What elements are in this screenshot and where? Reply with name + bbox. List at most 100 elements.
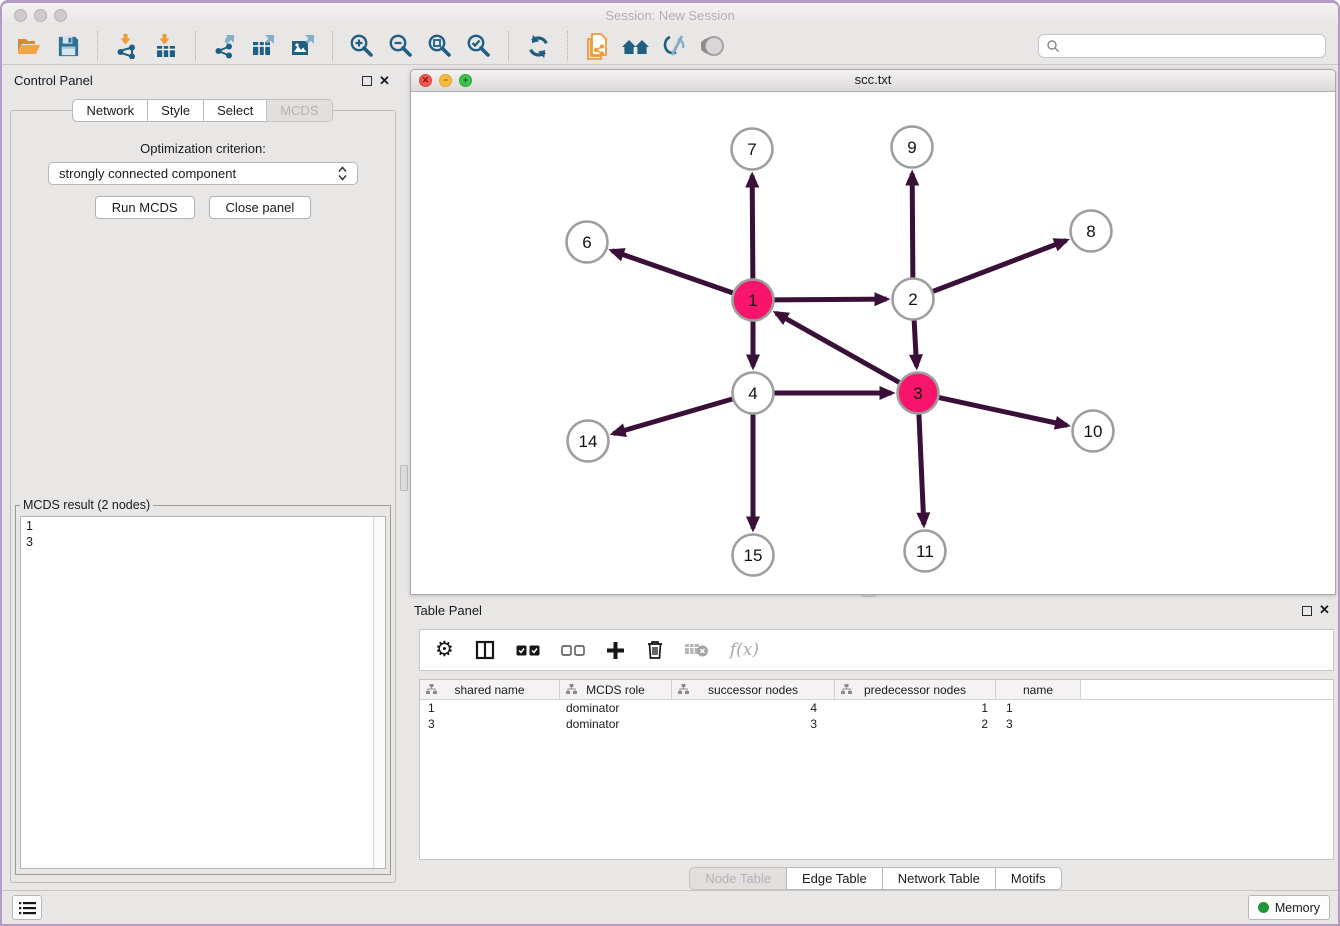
table-cell[interactable]: 1 [420,701,560,715]
tab-node-table[interactable]: Node Table [689,867,787,890]
column-type-icon [841,684,852,695]
fit-content-icon[interactable] [425,31,455,61]
control-panel-title: Control Panel [14,73,93,88]
select-all-columns-icon[interactable] [516,637,540,663]
table-mode-gear-icon[interactable]: ⚙ [435,637,454,663]
vertical-splitter-handle[interactable] [400,465,408,491]
graph-edge-1-6[interactable] [612,251,733,293]
control-panel-float-icon[interactable] [362,76,372,86]
column-header-shared-name[interactable]: shared name [420,680,560,699]
node-label: 6 [582,233,591,252]
table-panel-close-icon[interactable]: ✕ [1319,604,1330,616]
network-canvas[interactable]: 1 2 3 4 6 7 8 9 10 11 14 15 [411,91,1335,594]
graph-node-8[interactable]: 8 [1071,211,1112,252]
table-cell[interactable]: 1 [835,701,996,715]
graph-node-9[interactable]: 9 [892,127,933,168]
tab-network[interactable]: Network [72,99,148,122]
tab-select[interactable]: Select [203,99,267,122]
column-type-icon [426,684,437,695]
toggle-graphics-details-icon[interactable] [660,31,690,61]
column-visibility-icon[interactable] [475,637,495,663]
graph-node-10[interactable]: 10 [1073,411,1114,452]
graph-edge-3-11[interactable] [919,414,924,524]
graph-node-3[interactable]: 3 [898,373,939,414]
export-network-icon[interactable] [210,31,240,61]
table-cell[interactable]: 3 [996,717,1081,731]
graph-node-15[interactable]: 15 [733,535,774,576]
show-hide-details-icon[interactable] [699,31,729,61]
column-header-MCDS-role[interactable]: MCDS role [560,680,672,699]
save-session-icon[interactable] [53,31,83,61]
column-label: predecessor nodes [864,683,966,697]
node-label: 7 [747,140,756,159]
table-cell[interactable]: 2 [835,717,996,731]
graph-edge-3-1[interactable] [776,313,899,382]
search-input[interactable] [1060,38,1318,54]
memory-status-icon [1258,902,1269,913]
memory-label: Memory [1275,901,1320,915]
memory-button[interactable]: Memory [1248,895,1330,920]
open-file-icon[interactable] [14,31,44,61]
import-network-icon[interactable] [112,31,142,61]
toolbar-separator [195,31,196,61]
graph-edge-2-3[interactable] [914,320,916,366]
task-history-button[interactable] [12,895,42,920]
graph-edge-4-14[interactable] [613,399,732,434]
close-panel-button[interactable]: Close panel [209,196,312,219]
tab-edge-table[interactable]: Edge Table [786,867,883,890]
tab-motifs[interactable]: Motifs [995,867,1062,890]
column-header-successor-nodes[interactable]: successor nodes [672,680,835,699]
column-header-name[interactable]: name [996,680,1081,699]
run-mcds-button[interactable]: Run MCDS [95,196,195,219]
tab-network-table[interactable]: Network Table [882,867,996,890]
network-from-selection-icon[interactable] [582,31,612,61]
graph-edge-2-9[interactable] [912,173,913,277]
zoom-in-icon[interactable] [347,31,377,61]
graph-node-2[interactable]: 2 [893,279,934,320]
graph-node-1[interactable]: 1 [733,280,774,321]
import-table-icon[interactable] [151,31,181,61]
toolbar-separator [332,31,333,61]
refresh-layout-icon[interactable] [523,31,553,61]
graph-node-11[interactable]: 11 [905,531,946,572]
search-box[interactable] [1038,34,1326,58]
table-cell[interactable]: dominator [560,701,672,715]
table-cell[interactable]: 3 [672,717,835,731]
graph-node-14[interactable]: 14 [568,421,609,462]
table-row[interactable]: 1dominator411 [420,700,1333,716]
graph-edge-3-10[interactable] [939,398,1067,426]
criterion-dropdown[interactable]: strongly connected component [48,162,358,185]
control-panel-close-icon[interactable]: ✕ [379,75,390,87]
add-column-icon[interactable] [606,637,625,663]
tab-style[interactable]: Style [147,99,204,122]
main-toolbar [2,28,1338,65]
table-cell[interactable]: dominator [560,717,672,731]
graph-edge-1-7[interactable] [752,175,753,278]
tab-mcds[interactable]: MCDS [266,99,332,122]
export-table-icon[interactable] [249,31,279,61]
criterion-value: strongly connected component [59,166,338,181]
table-cell[interactable]: 3 [420,717,560,731]
column-header-filler [1081,680,1333,699]
delete-column-icon[interactable] [646,637,664,663]
toolbar-separator [508,31,509,61]
graph-edge-1-2[interactable] [774,299,886,300]
table-row[interactable]: 3dominator323 [420,716,1333,732]
zoom-out-icon[interactable] [386,31,416,61]
export-image-icon[interactable] [288,31,318,61]
first-neighbors-icon[interactable] [621,31,651,61]
zoom-selected-icon[interactable] [464,31,494,61]
graph-node-6[interactable]: 6 [567,222,608,263]
column-header-predecessor-nodes[interactable]: predecessor nodes [835,680,996,699]
graph-node-4[interactable]: 4 [733,373,774,414]
graph-node-7[interactable]: 7 [732,129,773,170]
node-label: 3 [913,384,922,403]
result-scrollbar[interactable] [373,517,385,868]
table-cell[interactable]: 1 [996,701,1081,715]
table-cell[interactable]: 4 [672,701,835,715]
deselect-all-columns-icon[interactable] [561,637,585,663]
mcds-result-box: 1 3 [20,516,386,869]
graph-edge-2-8[interactable] [933,240,1066,291]
table-panel-float-icon[interactable] [1302,606,1312,616]
mcds-result-group: MCDS result (2 nodes) 1 3 [15,498,391,875]
